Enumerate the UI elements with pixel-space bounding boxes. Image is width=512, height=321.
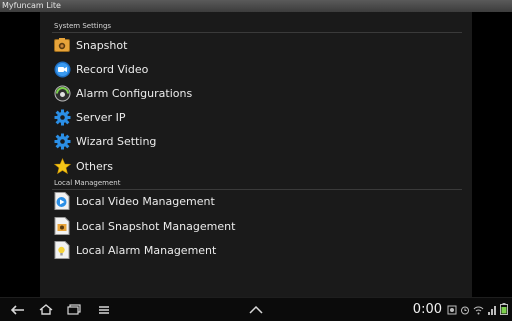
- alarm-file-icon: [53, 241, 71, 259]
- menu-item-alarm-configurations[interactable]: Alarm Configurations: [52, 82, 462, 104]
- back-icon[interactable]: [8, 301, 28, 318]
- record-video-icon: [53, 60, 71, 78]
- chevron-up-icon[interactable]: [246, 301, 266, 318]
- menu-item-label: Wizard Setting: [76, 134, 157, 148]
- status-area: 0:00: [413, 298, 508, 321]
- menu-item-local-snapshot-management[interactable]: Local Snapshot Management: [52, 215, 462, 237]
- menu-item-label: Snapshot: [76, 38, 128, 52]
- menu-item-server-ip[interactable]: Server IP: [52, 106, 462, 128]
- video-file-icon: [53, 192, 71, 210]
- menu-item-record-video[interactable]: Record Video: [52, 58, 462, 80]
- star-icon: [53, 157, 71, 175]
- menu-item-others[interactable]: Others: [52, 155, 462, 177]
- media-icon: [447, 300, 457, 319]
- left-margin: [0, 12, 40, 297]
- alarm-icon: [53, 84, 71, 102]
- section-header-local: Local Management: [54, 179, 121, 187]
- menu-item-local-alarm-management[interactable]: Local Alarm Management: [52, 239, 462, 261]
- menu-item-wizard-setting[interactable]: Wizard Setting: [52, 130, 462, 152]
- menu-item-label: Local Video Management: [76, 194, 215, 208]
- menu-item-label: Local Alarm Management: [76, 243, 217, 257]
- menu-item-local-video-management[interactable]: Local Video Management: [52, 190, 462, 212]
- gear-icon: [53, 132, 71, 150]
- menu-item-label: Alarm Configurations: [76, 86, 193, 100]
- alarm-clock-icon: [460, 300, 470, 319]
- home-icon[interactable]: [36, 301, 56, 318]
- section-header-system: System Settings: [54, 22, 112, 30]
- menu-item-snapshot[interactable]: Snapshot: [52, 34, 462, 56]
- menu-icon[interactable]: [94, 301, 114, 318]
- right-margin: [472, 12, 512, 297]
- system-nav-bar: 0:00: [0, 297, 512, 321]
- menu-item-label: Local Snapshot Management: [76, 219, 236, 233]
- battery-icon: [500, 300, 508, 319]
- recent-apps-icon[interactable]: [64, 301, 84, 318]
- menu-item-label: Server IP: [76, 110, 126, 124]
- snapshot-icon: [53, 36, 71, 54]
- gear-icon: [53, 108, 71, 126]
- wifi-icon: [473, 300, 484, 319]
- menu-item-label: Record Video: [76, 62, 149, 76]
- divider: [52, 32, 462, 33]
- menu-item-label: Others: [76, 159, 113, 173]
- image-file-icon: [53, 217, 71, 235]
- app-title: Myfuncam Lite: [2, 1, 61, 10]
- clock: 0:00: [412, 302, 442, 317]
- settings-panel: System Settings Snapshot Record Video Al…: [40, 12, 472, 297]
- signal-icon: [487, 300, 497, 319]
